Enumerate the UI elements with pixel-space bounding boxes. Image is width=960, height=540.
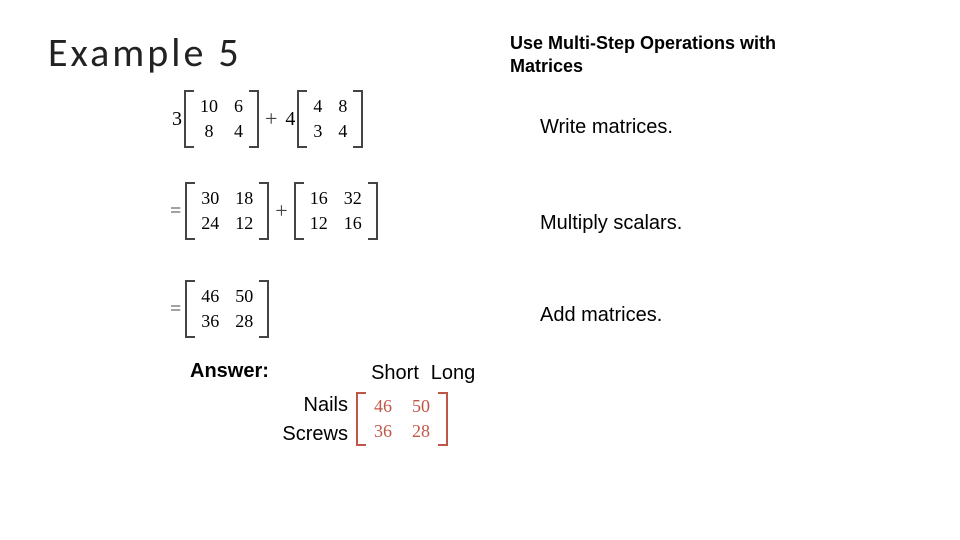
step2-matrix-a: 3018 2412 — [185, 182, 269, 240]
cell: 28 — [227, 309, 261, 334]
answer-row-screws: Screws — [248, 420, 348, 448]
step2-matrix-b: 1632 1216 — [294, 182, 378, 240]
cell: 4 — [330, 119, 355, 144]
cell: 36 — [364, 419, 402, 444]
answer-label: Answer: — [190, 360, 269, 383]
cell: 4 — [305, 94, 330, 119]
cell: 16 — [302, 186, 336, 211]
cell: 24 — [193, 211, 227, 236]
cell: 28 — [402, 419, 440, 444]
cell: 12 — [227, 211, 261, 236]
step2-eq: = — [170, 200, 181, 223]
step1-scalar-b: 4 — [285, 108, 295, 131]
answer-col-short: Short — [370, 362, 420, 385]
cell: 30 — [193, 186, 227, 211]
cell: 46 — [364, 394, 402, 419]
cell: 36 — [193, 309, 227, 334]
step3-matrix: 4650 3628 — [185, 280, 269, 338]
cell: 4 — [226, 119, 251, 144]
cell: 50 — [402, 394, 440, 419]
answer-row-headers: Nails Screws — [248, 390, 348, 448]
answer-table: Nails Screws 4650 3628 — [248, 390, 448, 448]
answer-col-headers: Short Long — [370, 362, 478, 385]
answer-row-nails: Nails — [248, 391, 348, 419]
step1-plus: + — [265, 106, 277, 132]
cell: 10 — [192, 94, 226, 119]
step2-plus: + — [275, 198, 287, 224]
cell: 8 — [330, 94, 355, 119]
cell: 3 — [305, 119, 330, 144]
page-title: Example 5 — [48, 28, 242, 77]
cell: 46 — [193, 284, 227, 309]
answer-col-long: Long — [428, 362, 478, 385]
step1-expression: 3 106 84 + 4 48 34 — [170, 90, 363, 148]
caption-multiply: Multiply scalars. — [540, 212, 682, 235]
step3-eq: = — [170, 298, 181, 321]
cell: 6 — [226, 94, 251, 119]
step3-expression: = 4650 3628 — [170, 280, 269, 338]
caption-write: Write matrices. — [540, 116, 673, 139]
step1-scalar-a: 3 — [172, 108, 182, 131]
cell: 16 — [336, 211, 370, 236]
subtitle: Use Multi-Step Operations with Matrices — [510, 32, 810, 77]
step1-matrix-b: 48 34 — [297, 90, 363, 148]
cell: 18 — [227, 186, 261, 211]
caption-add: Add matrices. — [540, 304, 662, 327]
cell: 12 — [302, 211, 336, 236]
cell: 50 — [227, 284, 261, 309]
cell: 32 — [336, 186, 370, 211]
cell: 8 — [192, 119, 226, 144]
step2-expression: = 3018 2412 + 1632 1216 — [170, 182, 378, 240]
answer-matrix: 4650 3628 — [356, 392, 448, 446]
step1-matrix-a: 106 84 — [184, 90, 259, 148]
